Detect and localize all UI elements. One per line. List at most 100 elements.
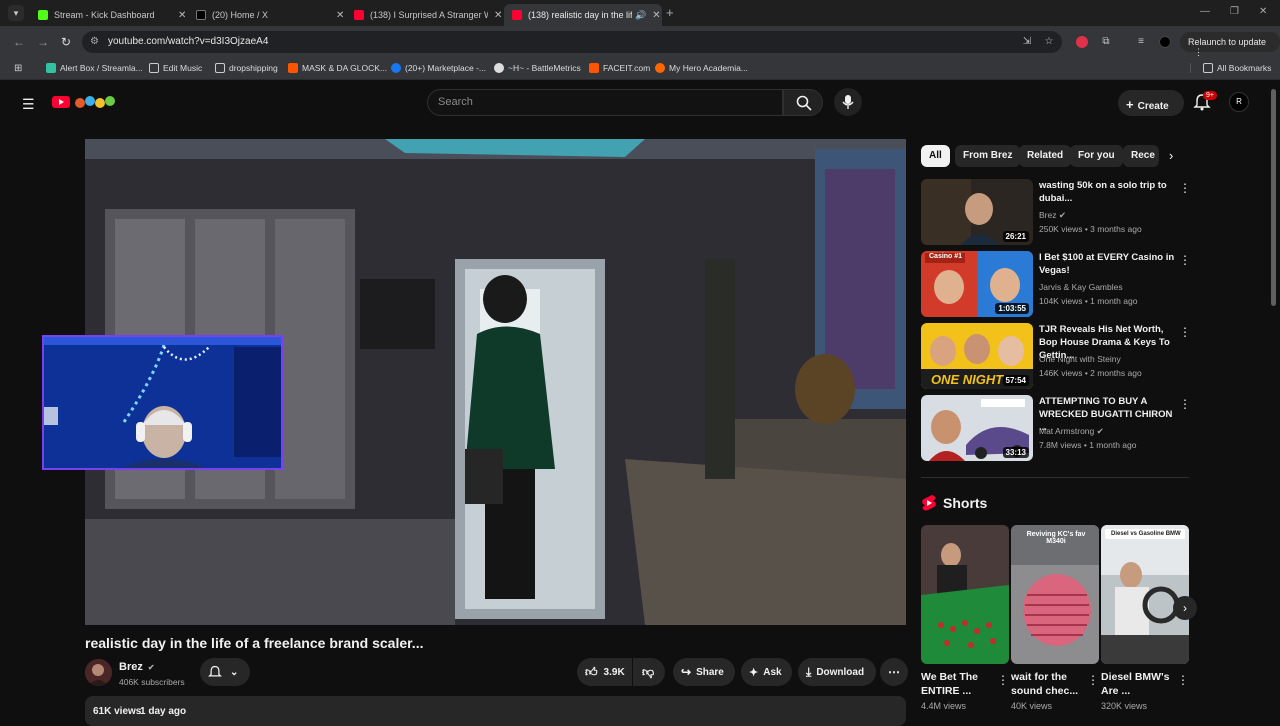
description-box[interactable]: 61K views 1 day ago	[85, 696, 906, 726]
chip-related[interactable]: Related	[1019, 145, 1072, 167]
url-text[interactable]: youtube.com/watch?v=d3I3OjzaeA4	[108, 36, 268, 47]
short-thumbnail[interactable]: Reviving KC's fav M340i	[1011, 525, 1099, 664]
bookmark-item[interactable]: ~H~ - BattleMetrics	[494, 63, 581, 73]
bookmark-item[interactable]: MASK & DA GLOCK...	[288, 63, 387, 73]
tab-kick-dashboard[interactable]: Stream - Kick Dashboard ✕	[30, 4, 188, 26]
recommendation-item[interactable]: Casino #1 1:03:55 I Bet $100 at EVERY Ca…	[921, 251, 1191, 317]
tab-youtube-stranger[interactable]: (138) I Surprised A Stranger Wi ✕	[346, 4, 504, 26]
tab-x-home[interactable]: (20) Home / X ✕	[188, 4, 346, 26]
tab-youtube-realistic-day[interactable]: (138) realistic day in the life 🔊 ✕	[504, 4, 662, 26]
more-vert-icon[interactable]: ⋮	[997, 673, 1009, 687]
new-tab-button[interactable]: +	[666, 5, 674, 20]
tab-search-button[interactable]: ▾	[8, 5, 24, 21]
video-thumbnail[interactable]: Casino #1 1:03:55	[921, 251, 1033, 317]
restore-icon[interactable]: ❐	[1230, 6, 1239, 17]
duration-badge: 26:21	[1002, 231, 1029, 242]
like-button[interactable]: 👍︎ 3.9K	[577, 658, 632, 686]
recommendation-title[interactable]: I Bet $100 at EVERY Casino in Vegas!	[1039, 251, 1179, 277]
chevron-right-icon[interactable]: ›	[1169, 148, 1173, 163]
more-vert-icon[interactable]: ⋮	[1179, 325, 1191, 339]
short-item[interactable]: Diesel vs Gasoline BMW Diesel BMW's Are …	[1101, 525, 1189, 711]
verified-icon: ✔	[1096, 426, 1104, 436]
recommendation-channel[interactable]: Jarvis & Kay Gambles	[1039, 282, 1123, 292]
recommendation-channel[interactable]: Brez ✔	[1039, 210, 1066, 221]
close-icon[interactable]: ✕	[336, 10, 344, 21]
install-app-icon[interactable]: ⇲	[1021, 36, 1033, 48]
profile-avatar-icon[interactable]	[1159, 36, 1171, 48]
reload-icon[interactable]: ↻	[61, 35, 71, 49]
apps-grid-icon[interactable]: ⊞	[14, 63, 22, 74]
short-thumbnail[interactable]: Diesel vs Gasoline BMW	[1101, 525, 1189, 664]
reading-list-icon[interactable]: ≡	[1135, 36, 1147, 48]
bookmark-folder[interactable]: Edit Music	[149, 63, 202, 73]
dislike-button[interactable]: 👎︎	[633, 658, 665, 686]
short-item[interactable]: We Bet The ENTIRE ... 4.4M views ⋮	[921, 525, 1009, 711]
recommendation-title[interactable]: wasting 50k on a solo trip to dubai...	[1039, 179, 1179, 205]
page-scrollbar[interactable]	[1271, 89, 1276, 306]
recommendation-channel[interactable]: One Night with Steiny	[1039, 354, 1121, 364]
share-button[interactable]: ↪ Share	[673, 658, 735, 686]
bookmark-item[interactable]: FACEIT.com	[589, 63, 650, 73]
all-bookmarks-button[interactable]: All Bookmarks	[1190, 63, 1271, 73]
video-thumbnail[interactable]: 33:13	[921, 395, 1033, 461]
bookmark-folder[interactable]: dropshipping	[215, 63, 278, 73]
ask-label: Ask	[763, 666, 782, 678]
chip-for-you[interactable]: For you	[1070, 145, 1123, 167]
search-input[interactable]	[438, 96, 768, 108]
voice-search-button[interactable]	[834, 88, 862, 116]
window-close-icon[interactable]: ✕	[1259, 6, 1267, 17]
more-vert-icon[interactable]: ⋮	[1179, 397, 1191, 411]
channel-name[interactable]: Brez ✔	[119, 661, 155, 673]
channel-name-text: Brez	[119, 661, 143, 673]
site-info-icon[interactable]: ⚙	[90, 36, 99, 47]
channel-avatar[interactable]	[85, 659, 112, 686]
short-title[interactable]: We Bet The ENTIRE ...	[921, 670, 993, 698]
short-thumbnail[interactable]	[921, 525, 1009, 664]
more-actions-button[interactable]: ⋯	[880, 658, 908, 686]
more-vert-icon[interactable]: ⋮	[1087, 673, 1099, 687]
forward-icon[interactable]: →	[37, 35, 49, 49]
search-button[interactable]	[783, 89, 823, 116]
notifications-subscribe-button[interactable]: ⌄	[200, 658, 250, 686]
video-thumbnail[interactable]: 26:21	[921, 179, 1033, 245]
chip-from-brez[interactable]: From Brez	[955, 145, 1021, 167]
address-bar[interactable]: ⚙ youtube.com/watch?v=d3I3OjzaeA4	[82, 31, 1062, 53]
relaunch-button[interactable]: Relaunch to update ⋮	[1180, 32, 1280, 57]
minimize-icon[interactable]: —	[1200, 6, 1210, 17]
close-icon[interactable]: ✕	[494, 10, 502, 21]
channel-text: One Night with Steiny	[1039, 354, 1121, 364]
chip-all[interactable]: All	[921, 145, 950, 167]
short-title[interactable]: wait for the sound chec...	[1011, 670, 1083, 698]
more-vert-icon[interactable]: ⋮	[1179, 253, 1191, 267]
bookmark-item[interactable]: Alert Box / Streamla...	[46, 63, 143, 73]
create-button[interactable]: + Create	[1118, 90, 1184, 116]
webcam-image	[44, 337, 281, 468]
more-vert-icon[interactable]: ⋮	[1177, 673, 1189, 687]
download-button[interactable]: ⤓ Download	[798, 658, 876, 686]
extensions-icon[interactable]: ⧉	[1100, 36, 1112, 48]
short-title[interactable]: Diesel BMW's Are ...	[1101, 670, 1173, 698]
video-title: realistic day in the life of a freelance…	[85, 635, 424, 651]
video-thumbnail[interactable]: ONE NIGHT 57:54	[921, 323, 1033, 389]
account-avatar[interactable]: R	[1229, 92, 1249, 112]
recommendation-item[interactable]: ONE NIGHT 57:54 TJR Reveals His Net Wort…	[921, 323, 1191, 389]
back-icon[interactable]: ←	[13, 35, 25, 49]
more-vert-icon[interactable]: ⋮	[1179, 181, 1191, 195]
bookmark-star-icon[interactable]: ☆	[1043, 36, 1055, 48]
extension-red-icon[interactable]	[1076, 36, 1088, 48]
close-icon[interactable]: ✕	[652, 10, 660, 21]
bookmark-item[interactable]: (20+) Marketplace -...	[391, 63, 486, 73]
recommendation-item[interactable]: 26:21 wasting 50k on a solo trip to duba…	[921, 179, 1191, 245]
more-vert-icon[interactable]: ⋮	[1194, 47, 1203, 57]
bookmark-item[interactable]: My Hero Academia...	[655, 63, 748, 73]
shorts-next-button[interactable]: ›	[1173, 596, 1197, 620]
speaker-icon[interactable]: 🔊	[635, 10, 646, 21]
chip-recent[interactable]: Rece	[1123, 145, 1159, 167]
youtube-logo[interactable]	[52, 94, 120, 110]
recommendation-channel[interactable]: Mat Armstrong ✔	[1039, 426, 1104, 437]
recommendation-item[interactable]: 33:13 ATTEMPTING TO BUY A WRECKED BUGATT…	[921, 395, 1191, 461]
short-item[interactable]: Reviving KC's fav M340i wait for the sou…	[1011, 525, 1099, 711]
menu-icon[interactable]: ☰	[22, 96, 35, 113]
close-icon[interactable]: ✕	[178, 10, 186, 21]
ask-button[interactable]: ✦ Ask	[741, 658, 792, 686]
